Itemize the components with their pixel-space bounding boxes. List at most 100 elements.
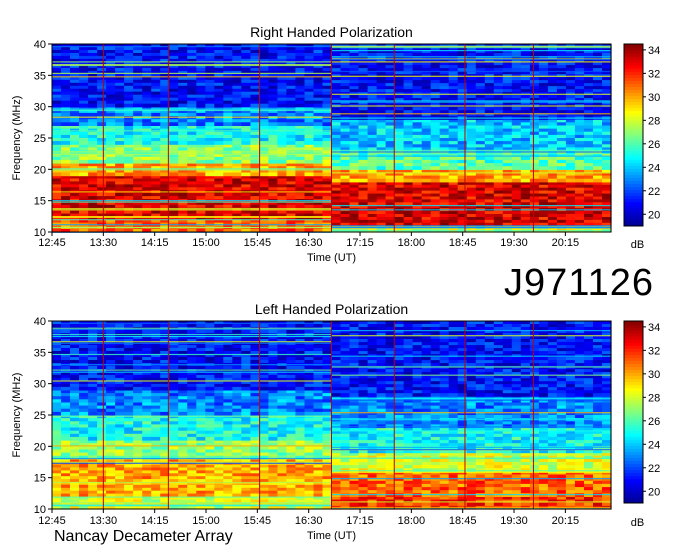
heatmap-cell [61,205,71,209]
interference-streak [332,156,612,157]
heatmap-cell [458,191,468,195]
heatmap-cell [305,205,315,209]
colorbar: 2022242628303234dB [624,44,660,251]
heatmap-cell [133,141,143,145]
heatmap-cell [124,113,134,117]
heatmap-cell [151,205,161,209]
heatmap-cell [575,191,585,195]
heatmap-cell [431,122,441,126]
heatmap-cell [422,122,432,126]
heatmap-cell [250,160,260,164]
heatmap-cell [151,446,161,450]
heatmap-cell [539,214,549,218]
heatmap-cell [413,132,423,136]
colorbar-segment [624,120,643,124]
heatmap-cell [295,205,305,209]
interference-streak [332,225,612,226]
heatmap-cell [52,132,62,136]
heatmap-cell [395,141,405,145]
heatmap-cell [169,446,179,450]
heatmap-cell [413,62,423,66]
heatmap-cell [449,179,459,183]
heatmap-cell [494,214,504,218]
heatmap-cell [259,122,269,126]
heatmap-cell [88,141,98,145]
colorbar-segment [624,108,643,112]
heatmap-cell [575,166,585,170]
interference-streak [52,117,332,118]
heatmap-cell [359,132,369,136]
heatmap-cell [97,428,107,432]
heatmap-cell [530,132,540,136]
heatmap-cell [52,428,62,432]
heatmap-cell [458,179,468,183]
heatmap-cell [323,141,333,145]
heatmap-cell [124,205,134,209]
heatmap-cell [494,160,504,164]
heatmap-cell [359,179,369,183]
heatmap-cell [52,418,62,422]
heatmap-cell [332,166,342,170]
heatmap-cell [521,141,531,145]
heatmap-cell [539,122,549,126]
heatmap-cell [97,446,107,450]
y-tick-label: 25 [34,133,46,145]
heatmap-cell [223,160,233,164]
heatmap-cell [151,132,161,136]
heatmap-cell [431,214,441,218]
heatmap-cell [259,181,269,185]
heatmap-cell [133,173,143,177]
heatmap-cell [268,173,278,177]
heatmap-cell [350,141,360,145]
colorbar-segment [624,190,643,194]
colorbar-segment [624,114,643,118]
heatmap-cell [593,214,603,218]
heatmap-cell [458,132,468,136]
heatmap-cell [187,173,197,177]
heatmap-cell [323,160,333,164]
heatmap-cell [97,173,107,177]
heatmap-cell [115,122,125,126]
heatmap-cell [305,437,315,441]
heatmap-cell [584,166,594,170]
heatmap-cell [241,205,251,209]
heatmap-cell [431,160,441,164]
heatmap-cell [142,437,152,441]
heatmap-cell [178,181,188,185]
heatmap-cell [485,62,495,66]
colorbar-segment [624,177,643,181]
heatmap-cell [79,437,89,441]
colorbar-segment [624,208,643,212]
heatmap-cell [440,62,450,66]
heatmap-cell [268,141,278,145]
colorbar-segment [624,211,643,215]
heatmap-cell [431,62,441,66]
heatmap-cell [602,166,612,170]
heatmap-cell [593,62,603,66]
heatmap-cell [115,446,125,450]
heatmap-cell [214,437,224,441]
heatmap-cell [286,193,296,197]
heatmap-cell [467,166,477,170]
heatmap-cell [521,179,531,183]
x-tick-label: 13:30 [90,237,118,249]
colorbar-segment [624,90,643,94]
heatmap-cell [602,132,612,136]
heatmap-cell [70,181,80,185]
heatmap-cell [232,160,242,164]
heatmap-cell [314,132,324,136]
heatmap-cell [97,205,107,209]
heatmap-cell [323,446,333,450]
heatmap-cell [377,141,387,145]
heatmap-cell [223,428,233,432]
heatmap-cell [277,122,287,126]
heatmap-cell [259,193,269,197]
heatmap-cell [350,132,360,136]
heatmap-cell [548,122,558,126]
colorbar-tick-label: 22 [648,186,660,198]
heatmap-cell [395,62,405,66]
heatmap-cell [142,173,152,177]
heatmap-cell [305,113,315,117]
heatmap-cell [277,160,287,164]
heatmap-cell [70,205,80,209]
